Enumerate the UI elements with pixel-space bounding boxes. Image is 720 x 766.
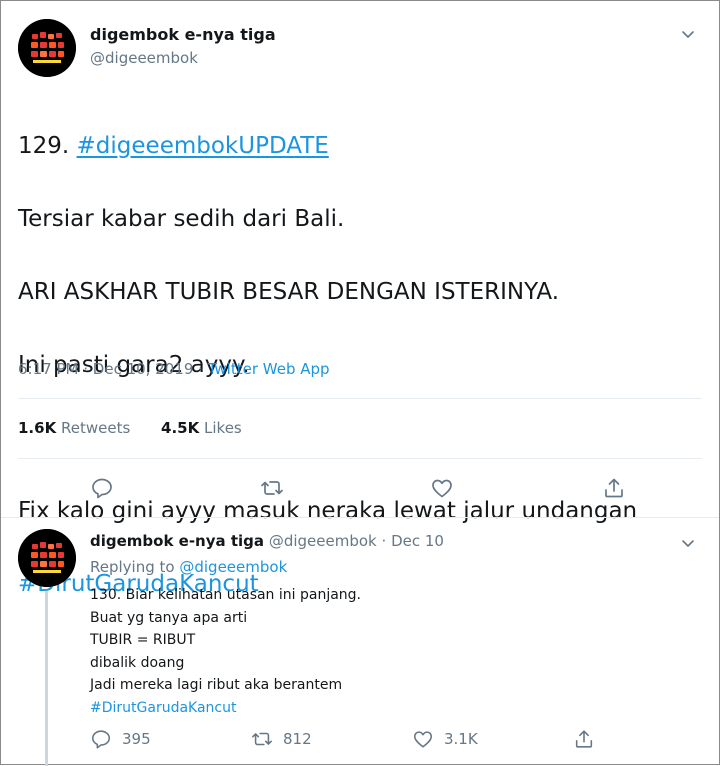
- retweet-icon[interactable]: [260, 476, 284, 500]
- share-icon: [575, 730, 593, 748]
- thread-connector: [45, 591, 48, 766]
- separator: ·: [83, 360, 89, 378]
- mention-link[interactable]: @digeeembok: [179, 558, 287, 576]
- tweet-date[interactable]: Dec 10: [391, 532, 444, 550]
- user-handle[interactable]: @digeeembok: [269, 532, 377, 550]
- tweet-line: Tersiar kabar sedih dari Bali.: [18, 205, 345, 232]
- tweet-date[interactable]: Dec 10, 2019: [93, 360, 194, 378]
- heart-icon: [413, 731, 433, 748]
- retweet-icon: [252, 732, 272, 746]
- tweet-line: ARI ASKHAR TUBIR BESAR DENGAN ISTERINYA.: [18, 278, 560, 305]
- retweet-count: 812: [283, 730, 312, 748]
- divider: [1, 517, 719, 518]
- display-name[interactable]: digembok e-nya tiga: [90, 25, 276, 44]
- heart-icon[interactable]: [430, 476, 454, 500]
- divider: [18, 398, 702, 399]
- retweet-button[interactable]: 812: [251, 728, 312, 750]
- tweet-detail-view: digembok e-nya tiga @digeeembok 129. #di…: [0, 0, 720, 766]
- retweets-label: Retweets: [60, 419, 131, 437]
- tweet-source[interactable]: Twitter Web App: [208, 360, 330, 378]
- separator: ·: [198, 360, 203, 378]
- reply-icon[interactable]: [90, 476, 114, 500]
- likes-label: Likes: [204, 419, 242, 437]
- tweet-number: 129.: [18, 132, 70, 159]
- like-count: 3.1K: [444, 730, 478, 748]
- reply-header: digembok e-nya tiga @digeeembok · Dec 10: [90, 532, 444, 550]
- reply-icon: [91, 730, 111, 749]
- chevron-down-icon[interactable]: [680, 535, 696, 551]
- avatar[interactable]: [18, 19, 76, 77]
- retweets-count: 1.6K: [18, 419, 57, 437]
- avatar[interactable]: [18, 529, 76, 587]
- share-button[interactable]: [573, 728, 605, 750]
- retweets-stat[interactable]: 1.6K Retweets: [18, 419, 130, 437]
- tweet-line-1: 129. #digeeembokUPDATE: [18, 128, 708, 165]
- reply-line: Jadi mereka lagi ribut aka berantem: [90, 677, 343, 694]
- replying-label: Replying to: [90, 558, 175, 576]
- reply-line: TUBIR = RIBUT: [90, 632, 196, 649]
- tweet-stats: 1.6K Retweets 4.5K Likes: [18, 419, 242, 437]
- hashtag-link[interactable]: #digeeembokUPDATE: [77, 133, 329, 159]
- display-name[interactable]: digembok e-nya tiga: [90, 532, 264, 550]
- likes-stat[interactable]: 4.5K Likes: [161, 419, 242, 437]
- like-button[interactable]: 3.1K: [412, 728, 478, 750]
- likes-count: 4.5K: [161, 419, 200, 437]
- hashtag-link[interactable]: #DirutGarudaKancut: [90, 700, 237, 716]
- divider: [18, 458, 702, 459]
- reply-line: dibalik doang: [90, 654, 185, 671]
- separator: ·: [381, 532, 387, 550]
- reply-count: 395: [122, 730, 151, 748]
- share-icon[interactable]: [602, 476, 626, 500]
- reply-text: 130. Biar kelihatan utasan ini panjang. …: [90, 584, 361, 720]
- tweet-timestamp: 6:17 PM · Dec 10, 2019 · Twitter Web App: [18, 360, 330, 378]
- reply-line: 130. Biar kelihatan utasan ini panjang.: [90, 587, 362, 603]
- reply-button[interactable]: 395: [90, 728, 151, 750]
- user-handle[interactable]: @digeeembok: [90, 49, 198, 67]
- chevron-down-icon[interactable]: [680, 26, 696, 42]
- replying-to: Replying to @digeeembok: [90, 558, 287, 576]
- tweet-time[interactable]: 6:17 PM: [18, 360, 78, 378]
- reply-line: Buat yg tanya apa arti: [90, 609, 248, 626]
